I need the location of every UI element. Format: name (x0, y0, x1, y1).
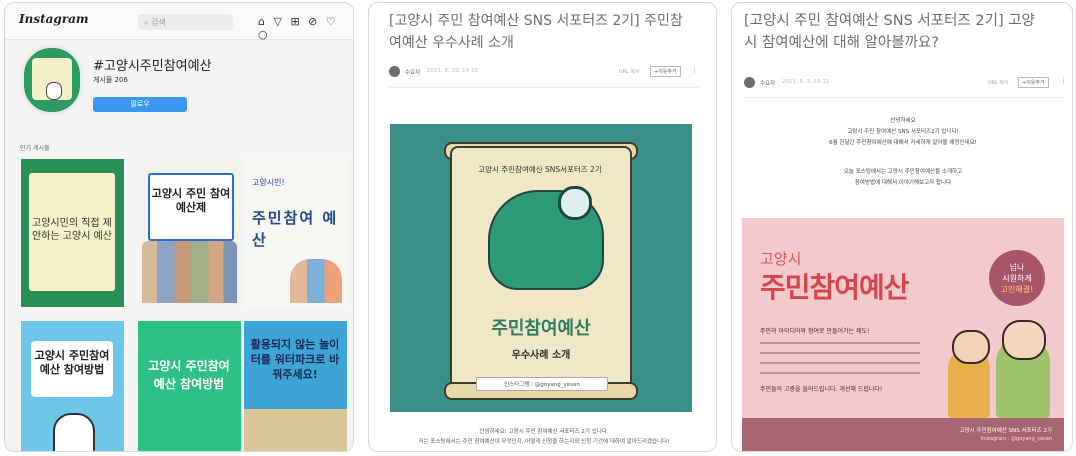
tile-title: 고양시 주민 참여 예산제 (151, 187, 231, 214)
home-icon[interactable]: ⌂ (258, 15, 267, 28)
url-copy-button[interactable]: URL 복사 (619, 68, 640, 75)
instagram-hashtag-panel: Instagram ⌕ 검색 ⌂ ▽ ⊞ ⊘ ♡ ○ #고양시주민참여예산 게시… (4, 2, 354, 452)
author-avatar[interactable] (389, 66, 400, 77)
hashtag-avatar (21, 45, 83, 115)
tile-title: 고양시민의 직접 제안하는 고양시 예산 (32, 218, 112, 242)
neighbor-add-button[interactable]: +이웃추가 (1018, 77, 1049, 88)
more-icon[interactable]: ⋮ (1060, 77, 1067, 85)
post-tile[interactable]: 고양시민의 직접 제안하는 고양시 예산 (21, 159, 124, 307)
poster-footer: 고양시 주민참여예산 SNS 서포터즈 2기 Instagram : @goya… (742, 418, 1064, 451)
post-tile[interactable]: 고양시 주민참여예산 참여방법 (21, 321, 124, 451)
poster-image: 고양시 주민참여예산 SNS서포터즈 2기 주민참여예산 우수사례 소개 인스타… (390, 124, 692, 412)
divider (389, 87, 699, 88)
caption-line: 저는 포스팅에서는 주민 참여예산이 무엇인지, 어떻게 신청을 하는지와 신청… (418, 439, 670, 445)
playground-illustration (244, 409, 347, 451)
poster-instagram: 인스타그램 : @goyang_yesan (476, 377, 608, 391)
section-label: 인기 게시물 (20, 145, 50, 152)
post-tile[interactable]: 고양시민! 주민참여 예산 (244, 159, 347, 307)
nav-icons: ⌂ ▽ ⊞ ⊘ ♡ ○ (258, 15, 353, 41)
intro-line: 안녕하세요 (890, 118, 916, 124)
footer-text: 고양시 주민참여예산 SNS 서포터즈 2기 (959, 428, 1052, 434)
poster-image: 고양시 주민참여예산 넘나 시원하게 고민해결! 주민의 아이디어와 참여로 만… (742, 218, 1064, 451)
tile-title: 고양시 주민참여예산 참여방법 (34, 349, 110, 376)
kids-illustration (948, 318, 1058, 418)
post-date: 2021. 8. 3. 14:11 (782, 79, 830, 85)
people-illustration (142, 241, 237, 303)
tile-title: 주민참여 예산 (252, 209, 339, 249)
post-date: 2021. 8. 19. 14:33 (427, 68, 478, 74)
intro-line: 6월 한달간 주민참여예산에 대해서 자세하게 알아볼 예정인데요! (829, 140, 977, 146)
explore-icon[interactable]: ⊘ (308, 15, 319, 28)
badge-line: 고민해결! (1000, 285, 1034, 294)
add-icon[interactable]: ⊞ (290, 15, 301, 28)
search-placeholder: 검색 (151, 18, 166, 27)
kids-illustration (290, 259, 342, 303)
badge-line: 시원하게 (1002, 274, 1032, 283)
intro-line: 참여방법에 대해서 이야기해보고자 합니다 (854, 180, 952, 186)
author-name[interactable]: 수요자 (405, 68, 420, 76)
cat-illustration (53, 413, 95, 451)
caption-line: 안녕하세요! 고양시 주민 참여예산 서포터즈 2기 입니다. (479, 429, 609, 435)
tile-title: 고양시 주민참여예산 참여방법 (148, 359, 230, 391)
instagram-logo[interactable]: Instagram (19, 12, 89, 26)
magnifier-icon (558, 186, 592, 220)
intro-line: 오늘 포스팅에서는 고양시 주민참여예산을 소개하고 (843, 169, 963, 175)
post-title[interactable]: [고양시 주민 참여예산 SNS 서포터즈 2기] 주민참여예산 우수사례 소개 (389, 10, 689, 54)
divider (744, 97, 1062, 98)
post-title[interactable]: [고양시 주민 참여예산 SNS 서포터즈 2기] 고양시 참여예산에 대해 알… (744, 10, 1044, 54)
neighbor-add-button[interactable]: +이웃추가 (650, 66, 681, 77)
post-tile[interactable]: 고양시 주민 참여 예산제 (138, 159, 241, 307)
poster-top-text: 고양시 주민참여예산 SNS서포터즈 2기 (478, 165, 602, 174)
heart-icon[interactable]: ♡ (326, 15, 338, 28)
tile-subtitle: 고양시민! (252, 178, 285, 187)
poster-badge: 넘나 시원하게 고민해결! (989, 250, 1045, 306)
poster-text-lines (760, 342, 920, 382)
post-tile[interactable]: 고양시 주민참여예산 참여방법 (138, 321, 241, 451)
send-icon[interactable]: ▽ (273, 15, 283, 28)
instagram-header: Instagram ⌕ 검색 ⌂ ▽ ⊞ ⊘ ♡ ○ (5, 3, 353, 41)
post-tile[interactable]: 활용되지 않는 놀이터를 워터파크로 바꿔주세요! (244, 321, 347, 451)
search-input[interactable]: ⌕ 검색 (138, 14, 233, 30)
poster-main-text: 주민참여예산 (491, 318, 591, 339)
badge-line: 넘나 (1009, 263, 1025, 272)
blog-post-panel-2: [고양시 주민 참여예산 SNS 서포터즈 2기] 고양시 참여예산에 대해 알… (731, 2, 1073, 452)
author-name[interactable]: 수요자 (760, 79, 775, 87)
more-icon[interactable]: ⋮ (691, 66, 698, 74)
poster-big-title: 주민참여예산 (760, 271, 910, 304)
hashtag-title: #고양시주민참여예산 (93, 59, 212, 74)
blog-post-panel-1: [고양시 주민 참여예산 SNS 서포터즈 2기] 주민참여예산 우수사례 소개… (368, 2, 717, 452)
kid-head (1002, 320, 1046, 360)
intro-line: 고양시 주민 참여예산 SNS 서포터즈2기 입니다! (847, 129, 959, 135)
author-avatar[interactable] (744, 77, 755, 88)
poster-sub-text: 우수사례 소개 (511, 350, 571, 361)
profile-icon[interactable]: ○ (258, 28, 270, 41)
search-icon: ⌕ (144, 18, 152, 27)
kid-head (952, 330, 990, 364)
tile-title: 활용되지 않는 놀이터를 워터파크로 바꿔주세요! (250, 338, 340, 381)
follow-button[interactable]: 팔로우 (93, 97, 187, 112)
footer-instagram: Instagram : @goyang_yesan (980, 436, 1052, 442)
poster-text: 주민들의 고충을 들어드립니다. 개선해 드립니다! (760, 386, 883, 393)
poster-question: 주민의 아이디어와 참여로 만들어가는 제도! (760, 328, 870, 335)
url-copy-button[interactable]: URL 복사 (988, 79, 1009, 86)
post-count: 게시물 206 (93, 76, 128, 84)
